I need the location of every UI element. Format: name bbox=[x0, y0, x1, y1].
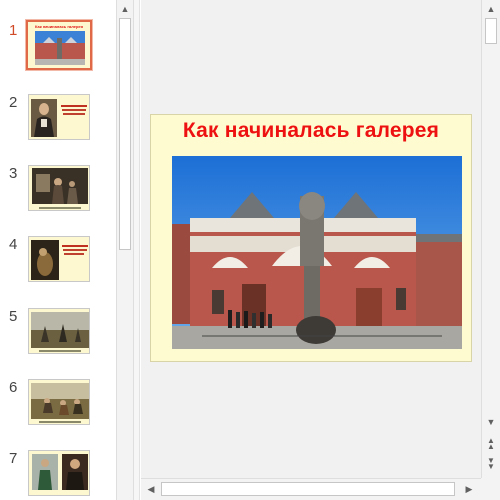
slide-number: 4 bbox=[9, 236, 18, 253]
scrollbar-thumb[interactable] bbox=[161, 482, 455, 496]
arrow-left-icon[interactable]: ◀ bbox=[143, 481, 159, 497]
slide-thumbnail[interactable]: Как начиналась галерея bbox=[25, 19, 93, 71]
slide-thumbnail-row-2[interactable]: 2 bbox=[0, 94, 116, 144]
gallery-photo-icon bbox=[35, 31, 85, 65]
slide-number: 1 bbox=[9, 22, 18, 39]
portrait-painting-icon bbox=[62, 454, 88, 490]
slide-thumbnail[interactable] bbox=[28, 308, 90, 354]
arrow-up-icon[interactable]: ▲ bbox=[117, 1, 133, 17]
slide-editor-area: Как начиналась галерея bbox=[141, 0, 481, 478]
double-arrow-up-icon[interactable]: ▲ ▲ bbox=[483, 436, 499, 452]
slide-thumbnail-row-1[interactable]: 1 Как начиналась галерея bbox=[0, 19, 116, 72]
slide-number: 3 bbox=[9, 165, 18, 182]
pane-divider[interactable] bbox=[134, 0, 140, 500]
slide-number: 5 bbox=[9, 308, 18, 325]
slide-thumbnail[interactable] bbox=[28, 236, 90, 282]
slide-title[interactable]: Как начиналась галерея bbox=[151, 119, 471, 143]
scrollbar-thumb[interactable] bbox=[119, 18, 131, 250]
slide-thumbnail[interactable] bbox=[28, 165, 90, 211]
slide-thumbnail-row-5[interactable]: 5 bbox=[0, 308, 116, 358]
thumbnail-title: Как начиналась галерея bbox=[35, 24, 83, 29]
thumbnail-scrollbar[interactable]: ▲ bbox=[116, 0, 134, 500]
slide-thumbnail-row-3[interactable]: 3 bbox=[0, 165, 116, 215]
arrow-down-icon[interactable]: ▼ bbox=[483, 414, 499, 430]
hunters-painting-icon bbox=[31, 383, 89, 419]
slide-number: 6 bbox=[9, 379, 18, 396]
arrow-right-icon[interactable]: ▶ bbox=[461, 481, 477, 497]
double-arrow-down-icon[interactable]: ▼ ▼ bbox=[483, 456, 499, 472]
slide-thumbnail[interactable] bbox=[28, 450, 90, 496]
scrollbar-thumb[interactable] bbox=[485, 18, 497, 44]
slide-thumbnail-row-4[interactable]: 4 bbox=[0, 236, 116, 286]
gallery-facade-photo[interactable] bbox=[172, 156, 462, 349]
presentation-editor: 1 Как начиналась галерея 2 3 4 5 6 7 ▲ К… bbox=[0, 0, 500, 500]
tretyakov-gallery-photo-icon bbox=[172, 156, 462, 349]
genre-painting-icon bbox=[32, 168, 88, 204]
editor-vertical-scrollbar[interactable]: ▲ ▼ ▲ ▲ ▼ ▼ bbox=[481, 0, 500, 478]
portrait-painting-icon bbox=[31, 99, 57, 137]
editor-horizontal-scrollbar[interactable]: ◀ ▶ bbox=[141, 478, 481, 500]
slide-thumbnail[interactable] bbox=[28, 94, 90, 140]
arrow-up-icon[interactable]: ▲ bbox=[483, 1, 499, 17]
slide-thumbnail-pane: 1 Как начиналась галерея 2 3 4 5 6 7 bbox=[0, 0, 116, 500]
slide-number: 7 bbox=[9, 450, 18, 467]
figure-painting-icon bbox=[32, 454, 58, 490]
slide-number: 2 bbox=[9, 94, 18, 111]
scrollbar-corner bbox=[481, 478, 500, 500]
slide-thumbnail-row-7[interactable]: 7 bbox=[0, 450, 116, 500]
dark-painting-icon bbox=[31, 240, 59, 280]
landscape-painting-icon bbox=[31, 312, 89, 348]
current-slide[interactable]: Как начиналась галерея bbox=[150, 114, 472, 362]
slide-thumbnail[interactable] bbox=[28, 379, 90, 425]
slide-thumbnail-row-6[interactable]: 6 bbox=[0, 379, 116, 429]
